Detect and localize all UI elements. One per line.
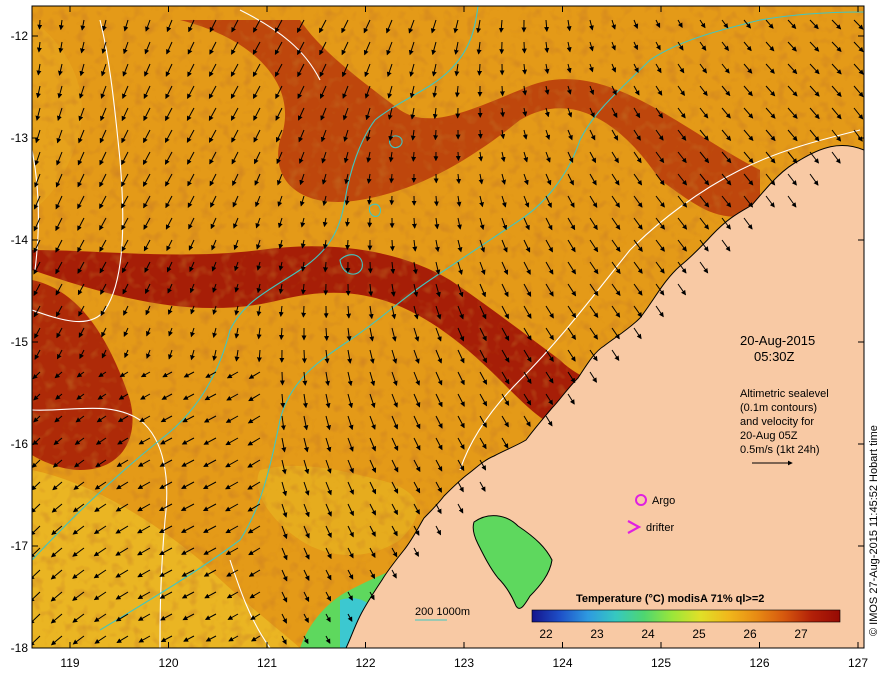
velocity-arrow (477, 129, 483, 139)
time-label: 05:30Z (754, 349, 795, 364)
lon-tick-label: 121 (257, 656, 277, 670)
lon-tick-label: 124 (552, 656, 572, 670)
lat-tick-label: -12 (11, 29, 29, 43)
colorbar-tick-label: 25 (692, 627, 706, 641)
lat-tick-label: -13 (11, 131, 29, 145)
velocity-arrow (477, 63, 483, 76)
velocity-arrow (411, 217, 417, 229)
argo-label: Argo (652, 495, 675, 507)
isobath-legend-label: 200 1000m (415, 606, 470, 618)
velocity-arrow (521, 41, 527, 54)
altimetry-line-2: (0.1m contours) (740, 402, 817, 414)
colorbar-tick-label: 22 (539, 627, 553, 641)
velocity-arrow (411, 151, 417, 162)
velocity-arrow (279, 371, 285, 386)
velocity-arrow (455, 151, 461, 162)
lon-tick-label: 122 (355, 656, 375, 670)
lat-tick-label: -15 (11, 335, 29, 349)
velocity-arrow (37, 19, 43, 30)
altimetry-line-1: Altimetric sealevel (740, 388, 829, 400)
velocity-arrow (345, 239, 351, 251)
altimetry-line-4: 20-Aug 05Z (740, 430, 798, 442)
lat-tick-label: -17 (11, 539, 29, 553)
lat-tick-label: -16 (11, 437, 29, 451)
colorbar-tick-label: 23 (590, 627, 604, 641)
colorbar-tick-label: 24 (641, 627, 655, 641)
colorbar-tick-label: 26 (743, 627, 757, 641)
lat-tick-label: -14 (11, 233, 29, 247)
velocity-arrow (301, 349, 307, 364)
colorbar-tick-label: 27 (794, 627, 808, 641)
lon-tick-label: 126 (749, 656, 769, 670)
lon-tick-label: 119 (60, 656, 79, 670)
colorbar (531, 609, 841, 623)
velocity-arrow (389, 239, 395, 252)
colorbar-title: Temperature (°C) modisA 71% ql>=2 (576, 593, 764, 605)
altimetry-line-5: 0.5m/s (1kt 24h) (740, 444, 819, 456)
date-label: 20-Aug-2015 (740, 333, 815, 348)
sst-map: 119 120 121 122 123 124 125 126 127 -12 -13 -14 -15… (11, 5, 880, 670)
lon-tick-label: 123 (454, 656, 474, 670)
lon-tick-label: 127 (848, 656, 868, 670)
credit-text: © IMOS 27-Aug-2015 11:45:52 Hobart time (868, 425, 880, 636)
velocity-arrow (367, 261, 373, 274)
velocity-arrow (499, 85, 505, 97)
lon-tick-label: 125 (651, 656, 671, 670)
velocity-arrow (433, 129, 439, 141)
altimetry-line-3: and velocity for (740, 416, 814, 428)
lat-tick-label: -18 (11, 641, 29, 655)
lon-tick-label: 120 (158, 656, 178, 670)
drifter-label: drifter (646, 522, 674, 534)
plot-area (32, 6, 864, 648)
velocity-arrow (301, 305, 307, 318)
velocity-arrow (367, 217, 373, 228)
